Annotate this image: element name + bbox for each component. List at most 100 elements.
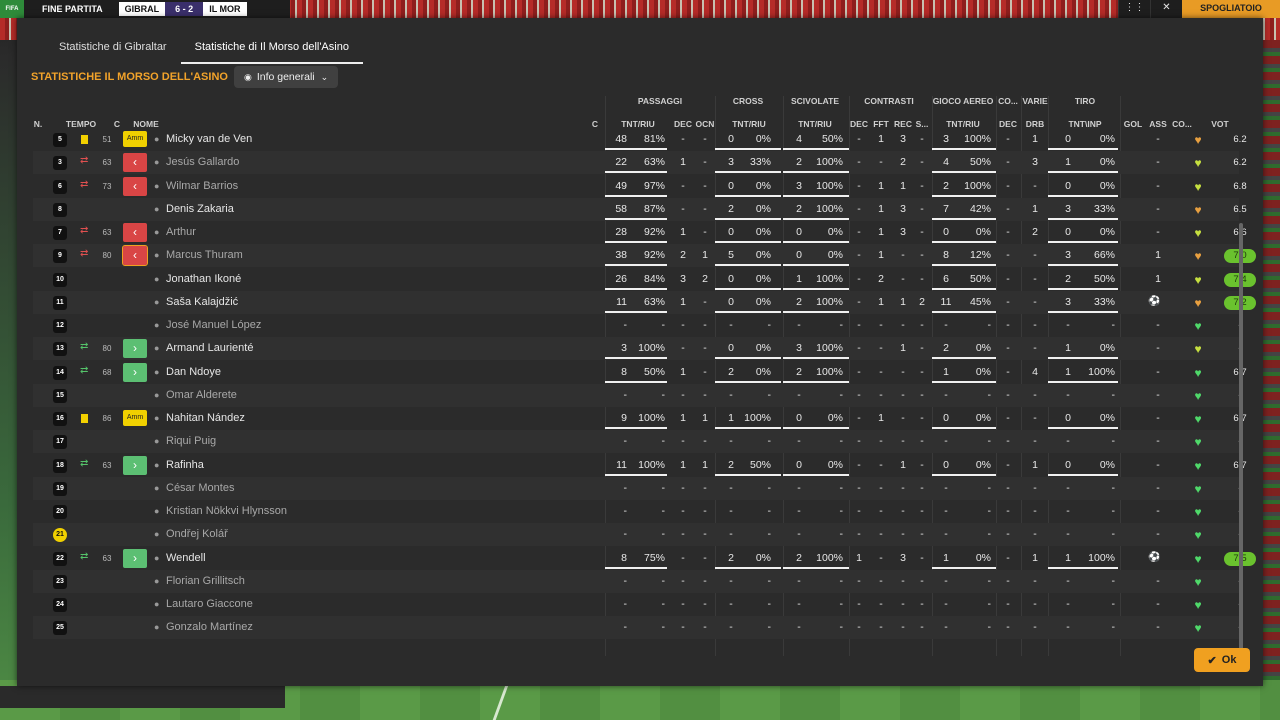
player-name[interactable]: Omar Alderete [166,384,237,407]
stat-tr: - [1111,598,1116,610]
skip-to-dressing-room-button[interactable]: SPOGLIATOIO [1182,0,1280,18]
player-row[interactable]: 7⇄63‹●Arthur2892%1-00%00%-13-00%-200%-♥6… [33,221,1247,244]
player-name[interactable]: Riqui Puig [166,430,216,453]
substituted-in-button[interactable]: › [123,339,147,359]
substituted-in-button[interactable]: › [123,548,147,568]
stat-td: - [857,481,861,494]
player-row[interactable]: 17●Riqui Puig-------------------♥- [33,430,1242,454]
person-icon: ● [154,599,160,609]
player-row[interactable]: 6 ⇄ 73 ‹ ● Wilmar Barrios 49 97% - -0 0% 3 100% -1 1-2… [33,175,1247,198]
stat-td: - [857,412,861,424]
ok-button[interactable]: ✔ Ok [1194,648,1250,672]
stat-ts: - [920,365,924,378]
player-name[interactable]: Wilmar Barrios [166,175,238,198]
player-name[interactable]: Florian Grillitsch [166,570,245,593]
stat-bar [1048,171,1118,174]
stat-pd: 1 [680,156,686,169]
form-heart-icon: ♥ [1194,505,1202,519]
player-name[interactable]: Arthur [166,221,196,244]
stat-bar [932,264,996,267]
stat-td: - [857,621,861,634]
player-row[interactable]: 15●Omar Alderete-------------------♥- [33,383,1242,407]
player-name[interactable]: Denis Zakaria [166,198,234,221]
stat-bar [783,310,849,313]
stat-bar [932,310,996,313]
player-row[interactable]: 12 ● José Manuel López - - - - - - - - - - - - - - - - - - - ♥… [33,314,1242,337]
player-name[interactable]: Saša Kalajdžić [166,291,238,314]
player-name[interactable]: Jonathan Ikoné [166,268,241,291]
player-name[interactable]: Lautaro Giaccone [166,593,253,616]
person-icon: ● [154,273,160,284]
player-row[interactable]: 19●César Montes-------------------♥- [33,476,1242,500]
player-name[interactable]: Kristian Nökkvi Hlynsson [166,500,287,523]
close-icon[interactable]: ✕ [1150,0,1182,18]
substituted-in-button[interactable]: › [123,455,147,475]
form-heart-icon: ♥ [1194,156,1202,171]
scrollbar[interactable] [1239,223,1243,655]
stat-tf: - [879,458,883,471]
form-heart-icon: ♥ [1194,179,1202,194]
substituted-out-button[interactable]: ‹ [123,176,147,196]
stat-po: - [703,156,707,169]
player-name[interactable]: Marcus Thuram [166,244,243,267]
player-row[interactable]: 18 ⇄ 63 › ● Rafinha 11 100% 1 1 2 50% 0 0% - -1-0 0% -1 0 0… [33,454,1247,477]
player-row[interactable]: 21●Ondřej Kolář-------------------♥- [33,523,1242,547]
stat-at: - [944,319,948,331]
sub-out-icon: ⇄ [80,225,89,236]
stat-dr: - [1033,388,1037,401]
stat-ct: - [729,621,733,634]
player-name[interactable]: Micky van de Ven [166,128,252,151]
player-name[interactable]: Gonzalo Martínez [166,616,253,639]
player-name[interactable]: Jesús Gallardo [166,151,239,174]
player-name[interactable]: Rafinha [166,454,204,477]
form-heart-icon: ♥ [1194,621,1202,636]
player-name[interactable]: Armand Laurienté [166,337,253,360]
player-row[interactable]: 25●Gonzalo Martínez-------------------♥- [33,616,1242,640]
player-row[interactable]: 13 ⇄ 80 › ● Armand Laurienté 3 100% - -0 0% 3 100% - -… [33,337,1242,361]
player-row[interactable]: 11 ● Saša Kalajdžić 11 63% 1-0 0% 2 100% -1 1 2 11 45… [33,290,1256,314]
player-row[interactable]: 3 ⇄ 63 ‹ ● Jesús Gallardo 22 63% 1-3 33% 2 100% - -2-… [33,151,1247,175]
player-row[interactable]: 14 ⇄ 68 › ● Dan Ndoye 8 50% 1-2 0% 2 100% - - - -1 0% -4 1… [33,361,1247,384]
stat-tf: - [879,365,883,378]
player-row[interactable]: 23 ● Florian Grillitsch - - - - - - - - - - - - - - - - - - -… [33,569,1242,593]
shirt-number: 19 [53,481,67,496]
player-name[interactable]: Nahitan Nández [166,407,245,430]
substituted-out-button[interactable]: ‹ [122,245,148,267]
form-heart-icon: ♥ [1194,249,1202,264]
stat-ass: - [1156,528,1160,541]
person-icon: ● [154,250,160,261]
player-name[interactable]: Wendell [166,547,206,570]
stat-sr: - [839,598,844,610]
stat-bar [783,241,849,243]
player-row[interactable]: 5 51 Amm ● Micky van de Ven 48 81% - -0 0% 4 50% -1 3… [33,128,1247,151]
player-row[interactable]: 24●Lautaro Giaccone-------------------♥- [33,593,1242,616]
stat-bar [1048,310,1118,313]
stat-st: - [797,528,801,541]
substituted-out-button[interactable]: ‹ [123,223,147,242]
player-row[interactable]: 16 86 Amm ● Nahitan Nández 9 100% 1 1 1 100% 0 0% -1-… [33,407,1247,430]
person-icon: ● [154,343,160,354]
player-name[interactable]: César Montes [166,477,234,500]
player-row[interactable]: 10 ● Jonathan Ikoné 26 84% 3 2 0 0% 1 100% -2- -6 50%… [33,268,1256,291]
stat-tr: - [1111,528,1116,541]
stat-bar [605,241,667,243]
player-name[interactable]: Ondřej Kolář [166,523,228,546]
person-icon: ● [154,622,160,633]
shirt-number: 11 [53,295,67,310]
stat-bar [1048,287,1118,290]
person-icon: ● [154,134,160,144]
player-row[interactable]: 22 ⇄ 63 › ● Wendell 8 75% - -2 0% 2 100% 1-3-1 0% -1 1 10… [33,547,1256,570]
grid-icon[interactable]: ⋮⋮ [1118,0,1150,18]
player-row[interactable]: 9 ⇄ 80 ‹ ● Marcus Thuram 38 92% 2 1 5 0% 0 0% -1- -8 12%… [33,244,1256,268]
stat-ass: - [1156,458,1160,471]
player-name[interactable]: Dan Ndoye [166,361,221,384]
stat-bar [932,171,996,174]
stat-bar [605,194,667,197]
player-name[interactable]: José Manuel López [166,314,261,337]
substituted-out-button[interactable]: ‹ [123,153,147,173]
player-row[interactable]: 20 ● Kristian Nökkvi Hlynsson - - - - - - - - - - - - -… [33,500,1242,523]
substituted-in-button[interactable]: › [123,362,147,382]
player-row[interactable]: 8 ● Denis Zakaria 58 87% - -2 0% 2 100% -1 3-7 42% -1… [33,197,1247,221]
stat-ts: - [920,249,924,262]
stat-pr: - [661,621,666,634]
